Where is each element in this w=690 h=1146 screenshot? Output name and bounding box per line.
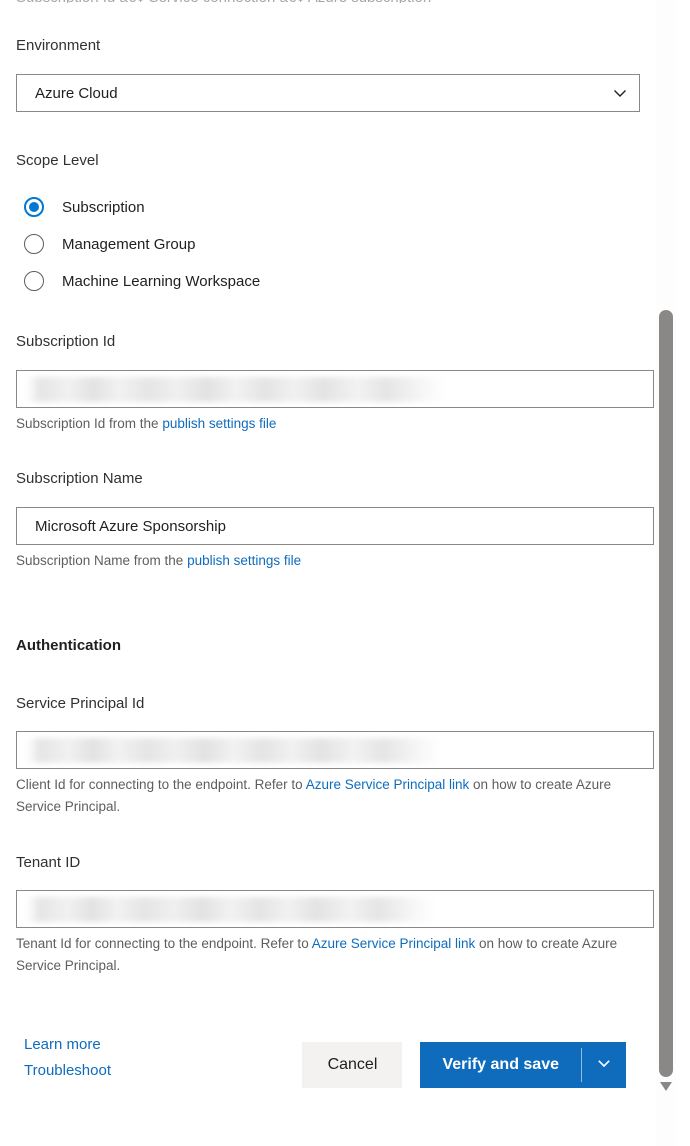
subscription-name-help-prefix: Subscription Name from the	[16, 553, 188, 568]
radio-management-group-label: Management Group	[62, 235, 196, 253]
chevron-down-icon	[595, 1054, 613, 1077]
scope-level-group-label: Scope Level	[16, 151, 99, 171]
verify-and-save-split-button: Verify and save	[420, 1042, 626, 1088]
subscription-id-input[interactable]	[16, 370, 654, 408]
radio-ml-workspace-label: Machine Learning Workspace	[62, 272, 261, 290]
radio-management-group[interactable]: Management Group	[16, 229, 195, 259]
service-connection-panel: Subscription Id â€¢ Service connection â…	[0, 0, 690, 1146]
verify-and-save-menu-button[interactable]	[582, 1042, 626, 1088]
service-principal-id-help: Client Id for connecting to the endpoint…	[16, 774, 654, 818]
subscription-name-input[interactable]: Microsoft Azure Sponsorship	[16, 507, 654, 545]
learn-more-link[interactable]: Learn more	[24, 1032, 111, 1058]
subscription-id-help: Subscription Id from the publish setting…	[16, 413, 654, 435]
subscription-id-redacted-value	[27, 377, 445, 402]
radio-machine-learning-workspace[interactable]: Machine Learning Workspace	[16, 266, 260, 296]
service-principal-id-help-prefix: Client Id for connecting to the endpoint…	[16, 777, 306, 792]
radio-mark-icon	[24, 234, 44, 254]
scrollbar-thumb[interactable]	[659, 310, 673, 1077]
panel-footer: Learn more Troubleshoot Cancel Verify an…	[0, 1016, 656, 1146]
subscription-id-label: Subscription Id	[16, 333, 116, 350]
radio-subscription[interactable]: Subscription	[16, 192, 145, 222]
subscription-name-value: Microsoft Azure Sponsorship	[35, 517, 226, 535]
tenant-id-label: Tenant ID	[16, 854, 81, 871]
service-principal-id-label-wrap: Service Principal Id	[16, 694, 144, 714]
subscription-name-label: Subscription Name	[16, 470, 143, 487]
radio-mark-icon	[24, 197, 44, 217]
tenant-id-help: Tenant Id for connecting to the endpoint…	[16, 933, 654, 977]
service-principal-id-label: Service Principal Id	[16, 695, 145, 712]
radio-mark-icon	[24, 271, 44, 291]
subscription-name-help: Subscription Name from the publish setti…	[16, 550, 654, 572]
publish-settings-file-link[interactable]: publish settings file	[162, 416, 276, 431]
troubleshoot-link[interactable]: Troubleshoot	[24, 1058, 111, 1084]
verify-and-save-button[interactable]: Verify and save	[420, 1042, 581, 1088]
azure-service-principal-link[interactable]: Azure Service Principal link	[312, 936, 476, 951]
vertical-scrollbar[interactable]	[656, 0, 676, 1146]
environment-field: Environment	[16, 36, 640, 56]
tenant-id-label-wrap: Tenant ID	[16, 853, 80, 873]
triangle-down-icon[interactable]	[660, 1082, 672, 1091]
tenant-id-redacted-value	[27, 897, 435, 922]
tenant-id-help-prefix: Tenant Id for connecting to the endpoint…	[16, 936, 312, 951]
subscription-name-label-wrap: Subscription Name	[16, 469, 143, 489]
environment-value: Azure Cloud	[35, 84, 118, 102]
panel-content: Subscription Id â€¢ Service connection â…	[0, 0, 656, 1146]
footer-links: Learn more Troubleshoot	[24, 1032, 111, 1084]
environment-dropdown[interactable]: Azure Cloud	[16, 74, 640, 112]
azure-service-principal-link[interactable]: Azure Service Principal link	[306, 777, 470, 792]
footer-button-row: Cancel Verify and save	[302, 1042, 626, 1088]
clipped-top-text: Subscription Id â€¢ Service connection â…	[16, 0, 616, 3]
subscription-id-label-wrap: Subscription Id	[16, 332, 115, 352]
service-principal-id-redacted-value	[27, 738, 441, 763]
cancel-button[interactable]: Cancel	[302, 1042, 403, 1088]
subscription-id-help-prefix: Subscription Id from the	[16, 416, 163, 431]
right-gutter	[676, 0, 690, 1146]
tenant-id-input[interactable]	[16, 890, 654, 928]
publish-settings-file-link[interactable]: publish settings file	[187, 553, 301, 568]
service-principal-id-input[interactable]	[16, 731, 654, 769]
authentication-section: Authentication	[16, 636, 121, 656]
radio-subscription-label: Subscription	[62, 198, 145, 216]
environment-label: Environment	[16, 37, 101, 54]
scope-level-label: Scope Level	[16, 152, 99, 169]
authentication-heading: Authentication	[16, 637, 121, 654]
chevron-down-icon	[611, 84, 629, 102]
